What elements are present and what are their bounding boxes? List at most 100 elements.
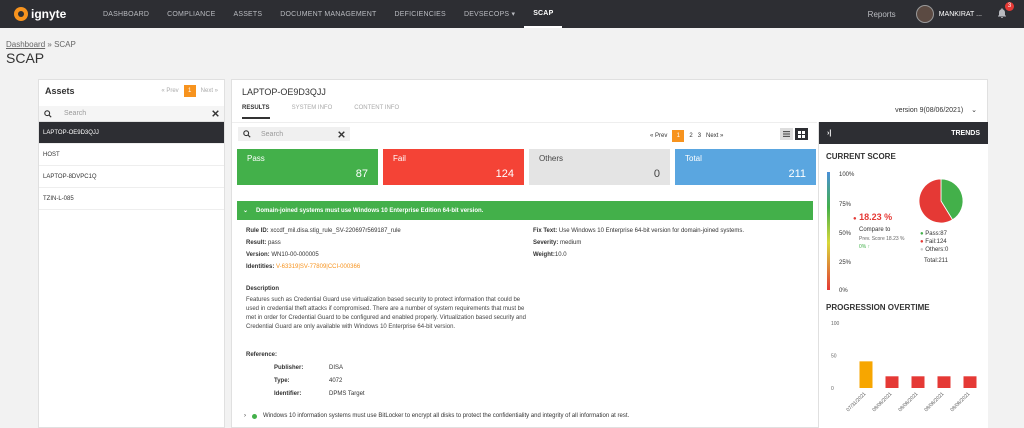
progression-bar[interactable] <box>963 376 977 388</box>
list-view-button[interactable] <box>780 128 793 140</box>
progression-bar-chart: 10050007/31/2021 08/06/2021 08/06/2021 08/0… <box>831 321 977 413</box>
gauge-tick: 25% <box>839 260 852 266</box>
tab-system-info[interactable]: SYSTEM INFO <box>292 105 333 119</box>
nav-compliance[interactable]: COMPLIANCE <box>158 0 224 28</box>
results-page-2[interactable]: 2 <box>689 133 692 139</box>
results-page-1[interactable]: 1 <box>672 130 685 142</box>
y-tick-label: 100 <box>831 321 840 327</box>
asset-item[interactable]: HOST <box>39 144 224 166</box>
score-pie-chart <box>918 178 964 224</box>
reports-link[interactable]: Reports <box>868 10 896 19</box>
progression-bar[interactable] <box>937 376 951 388</box>
assets-search-input[interactable]: Search <box>64 110 212 117</box>
identifier-value: DPMS Target <box>329 391 365 397</box>
fail-card[interactable]: Fail 124 <box>383 149 524 185</box>
progression-bar[interactable] <box>911 376 925 388</box>
score-delta: 0% ↑ <box>859 244 871 250</box>
brand-logo[interactable]: ignyte <box>14 7 84 21</box>
nav-devsecops-label: DEVSECOPS <box>463 10 510 18</box>
assets-prev[interactable]: « Prev <box>161 88 178 94</box>
user-menu[interactable]: MANKIRAT ... <box>939 11 982 18</box>
x-tick-label: 08/06/2021 <box>871 391 893 413</box>
rule-details-left: Rule ID: xccdf_mil.disa.stig_rule_SV-220… <box>246 225 401 273</box>
weight-value: 10.0 <box>554 252 567 258</box>
rule-row-collapsed[interactable]: › Windows 10 information systems must us… <box>244 413 629 419</box>
tab-content-info[interactable]: CONTENT INFO <box>354 105 399 119</box>
fail-count: 124 <box>495 168 514 180</box>
previous-score: Prev. Score 18.23 % <box>859 236 905 242</box>
legend-others: Others:0 <box>925 247 949 253</box>
logo-icon <box>14 7 28 21</box>
close-icon[interactable] <box>338 130 345 138</box>
version-value: version 9(08/06/2021) <box>895 107 964 114</box>
severity-label: Severity: <box>533 240 559 246</box>
result-value: pass <box>268 240 281 246</box>
nav-dashboard[interactable]: DASHBOARD <box>94 0 158 28</box>
nav-assets[interactable]: ASSETS <box>224 0 271 28</box>
main-panel: LAPTOP-OE9D3QJJ RESULTS SYSTEM INFO CONT… <box>231 79 988 428</box>
fix-text: Use Windows 10 Enterprise 64-bit version… <box>558 228 744 234</box>
asset-item[interactable]: LAPTOP-8DVPC1Q <box>39 166 224 188</box>
pass-card[interactable]: Pass 87 <box>237 149 378 185</box>
search-icon <box>243 130 251 138</box>
results-prev[interactable]: « Prev <box>650 133 667 139</box>
identities-link[interactable]: V-63319|SV-77809|CCI-000366 <box>276 264 360 270</box>
breadcrumb-current: SCAP <box>54 40 76 49</box>
total-card[interactable]: Total 211 <box>675 149 816 185</box>
notification-bell[interactable]: 3 <box>996 2 1014 21</box>
grid-view-button[interactable] <box>795 128 808 140</box>
asset-item[interactable]: LAPTOP-OE9D3QJJ <box>39 122 224 144</box>
chevron-down-icon: ▾ <box>511 11 516 18</box>
assets-title: Assets <box>45 86 75 96</box>
fail-label: Fail <box>393 154 406 163</box>
x-tick-label: 08/06/2021 <box>923 391 945 413</box>
others-label: Others <box>539 154 564 163</box>
results-page-3[interactable]: 3 <box>698 133 701 139</box>
legend-total: Total:211 <box>924 258 948 264</box>
x-tick-label: 08/06/2021 <box>897 391 919 413</box>
pass-status-dot <box>252 413 257 419</box>
results-search[interactable]: Search <box>238 127 350 141</box>
rule-title: Windows 10 information systems must use … <box>263 413 630 419</box>
nav-deficiencies[interactable]: DEFICIENCIES <box>386 0 455 28</box>
results-next[interactable]: Next » <box>706 133 723 139</box>
nav-devsecops[interactable]: DEVSECOPS ▾ <box>455 0 524 28</box>
nav-scap[interactable]: SCAP <box>524 0 563 28</box>
assets-page-1[interactable]: 1 <box>183 85 196 97</box>
close-icon[interactable] <box>212 110 219 117</box>
avatar[interactable] <box>915 5 934 23</box>
x-tick-label: 07/31/2021 <box>845 391 867 413</box>
identifier-label: Identifier: <box>274 391 302 397</box>
legend-fail: Fail:124 <box>925 239 947 245</box>
rule-id: xccdf_mil.disa.stig_rule_SV-220697r56918… <box>270 228 401 234</box>
progression-bar[interactable] <box>885 376 899 388</box>
assets-search[interactable]: Search <box>39 106 224 122</box>
search-icon <box>44 109 52 118</box>
results-pager: « Prev 1 2 3 Next » <box>650 130 723 142</box>
progression-bar[interactable] <box>859 361 873 388</box>
breadcrumb-separator: » <box>47 40 52 49</box>
collapse-icon[interactable]: ›| <box>827 130 831 137</box>
result-label: Result: <box>246 240 267 246</box>
x-tick-label: 08/06/2021 <box>949 391 971 413</box>
y-tick-label: 50 <box>831 354 837 360</box>
rule-header[interactable]: ⌄ Domain-joined systems must use Windows… <box>237 201 813 220</box>
breadcrumb-dashboard[interactable]: Dashboard <box>6 40 45 49</box>
current-score-title: CURRENT SCORE <box>826 152 896 161</box>
trends-title: TRENDS <box>951 129 980 137</box>
version-select[interactable]: version 9(08/06/2021) ⌄ <box>895 106 977 114</box>
total-count: 211 <box>788 168 806 180</box>
assets-next[interactable]: Next » <box>201 88 218 94</box>
grid-icon <box>798 130 805 138</box>
fix-text-label: Fix Text: <box>533 228 558 234</box>
tab-results[interactable]: RESULTS <box>242 105 270 119</box>
type-value: 4072 <box>329 378 343 384</box>
y-tick-label: 0 <box>831 386 834 392</box>
chevron-down-icon: ⌄ <box>243 208 249 214</box>
results-search-input[interactable]: Search <box>261 131 338 138</box>
asset-item[interactable]: TZIN-L-085 <box>39 188 224 210</box>
legend-swatch: ● <box>920 247 924 253</box>
view-toggle <box>780 128 808 140</box>
nav-document-management[interactable]: DOCUMENT MANAGEMENT <box>271 0 385 28</box>
others-card[interactable]: Others 0 <box>529 149 670 185</box>
